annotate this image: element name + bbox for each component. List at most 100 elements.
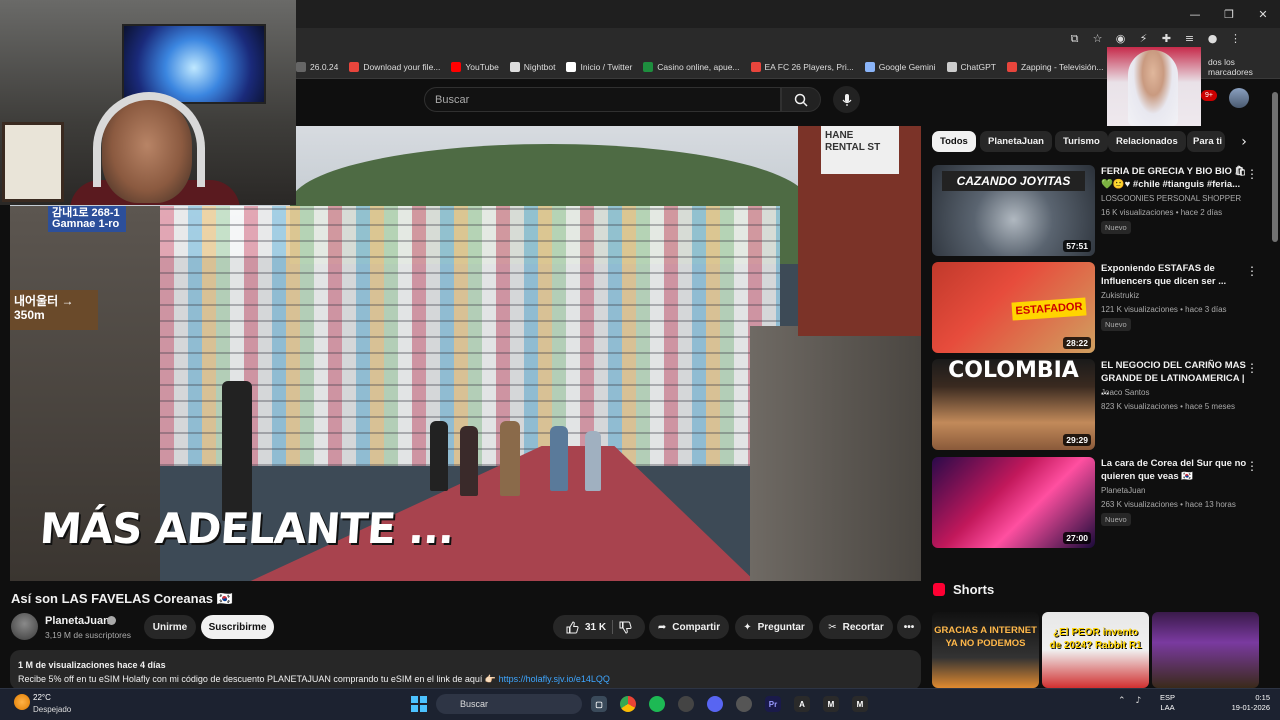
app-m2-icon[interactable]: M (852, 696, 868, 712)
bookmark-label: Casino online, apue... (657, 62, 740, 72)
translate-icon[interactable]: ⚡ (1137, 32, 1150, 45)
microphone-tray-icon[interactable]: ♪ (1136, 696, 1142, 706)
chip-todos[interactable]: Todos (932, 131, 976, 152)
recommendation-title[interactable]: FERIA DE GRECIA Y BIO BIO 🛍 💚🙂♥ #chile #… (1101, 165, 1251, 191)
share-button[interactable]: ➦ Compartir (649, 615, 729, 639)
search-input[interactable]: Buscar (424, 87, 781, 112)
profile-icon[interactable]: ● (1206, 32, 1219, 45)
short-item[interactable]: GRACIAS A INTERNET YA NO PODEMOS (932, 612, 1039, 688)
chevron-right-icon[interactable]: › (1236, 133, 1252, 151)
thumbs-up-icon[interactable] (566, 620, 579, 634)
star-icon[interactable]: ☆ (1091, 32, 1104, 45)
chip-planetajuan[interactable]: PlanetaJuan (980, 131, 1052, 152)
taskbar-search[interactable]: Buscar (436, 694, 582, 714)
shorts-heading: Shorts (953, 582, 995, 597)
video-thumbnail[interactable]: CAZANDO JOYITAS 57:51 (932, 165, 1095, 256)
app-m-icon[interactable]: M (823, 696, 839, 712)
video-person (550, 426, 568, 491)
recommendation-item[interactable]: COLOMBIA 29:29 EL NEGOCIO DEL CARIÑO MAS… (932, 359, 1262, 451)
voice-search-button[interactable] (833, 86, 860, 113)
headphones (93, 92, 205, 187)
premiere-icon[interactable]: Pr (765, 696, 781, 712)
bookmark-item[interactable]: 26.0.24 (296, 62, 338, 72)
weather-icon[interactable] (14, 694, 30, 710)
maximize-icon[interactable]: ❐ (1212, 0, 1246, 28)
recommendation-item[interactable]: ESTAFADOR 28:22 Exponiendo ESTAFAS de In… (932, 262, 1262, 354)
notification-badge[interactable]: 9+ (1201, 90, 1217, 101)
short-item[interactable]: ¿El PEOR invento de 2024? Rabbit R1 (1042, 612, 1149, 688)
puzzle-icon[interactable]: ✚ (1160, 32, 1173, 45)
description-link[interactable]: https://holafly.sjv.io/e14LQQ (499, 674, 610, 684)
kebab-menu-icon[interactable]: ⋮ (1246, 167, 1258, 181)
recommendation-item[interactable]: 27:00 La cara de Corea del Sur que no qu… (932, 457, 1262, 549)
thumbs-down-icon[interactable] (619, 621, 632, 634)
close-icon[interactable]: ✕ (1246, 0, 1280, 28)
minimize-icon[interactable]: — (1178, 0, 1212, 28)
bookmark-item[interactable]: ChatGPT (946, 62, 996, 72)
bookmark-item[interactable]: Casino online, apue... (643, 62, 740, 72)
bookmark-item[interactable]: Inicio / Twitter (566, 62, 632, 72)
bookmark-item[interactable]: EA FC 26 Players, Pri... (750, 62, 854, 72)
language-indicator[interactable]: ESP LAA (1160, 693, 1175, 713)
description-box[interactable]: 1 M de visualizaciones hace 4 días Recib… (10, 650, 921, 690)
video-thumbnail[interactable]: COLOMBIA 29:29 (932, 359, 1095, 450)
account-avatar[interactable] (1229, 88, 1249, 108)
join-button[interactable]: Unirme (144, 615, 196, 639)
recommendation-title[interactable]: Exponiendo ESTAFAS de Influencers que di… (1101, 262, 1251, 288)
kebab-menu-icon[interactable]: ⋮ (1246, 459, 1258, 473)
video-person (222, 381, 252, 521)
bookmark-icon (566, 62, 577, 72)
video-thumbnail[interactable]: ESTAFADOR 28:22 (932, 262, 1095, 353)
bookmark-item[interactable]: Zapping - Televisión... (1006, 62, 1103, 72)
bookmark-item[interactable]: Google Gemini (864, 62, 936, 72)
recommendation-channel[interactable]: PlanetaJuan (1101, 486, 1145, 495)
subscribe-button[interactable]: Suscribirme (201, 615, 274, 639)
chevron-up-icon[interactable]: ⌃ (1118, 696, 1126, 706)
search-icon (794, 93, 808, 107)
channel-avatar[interactable] (11, 613, 38, 640)
description-line: Recibe 5% off en tu eSIM Holafly con mi … (18, 674, 499, 684)
chip-para-ti[interactable]: Para ti (1187, 131, 1225, 152)
ask-button[interactable]: ✦ Preguntar (735, 615, 813, 639)
task-view-icon[interactable]: ▢ (591, 696, 607, 712)
chip-relacionados[interactable]: Relacionados (1108, 131, 1186, 152)
windows-start-icon[interactable] (411, 696, 427, 712)
recommendation-channel[interactable]: Joaco Santos (1101, 388, 1149, 397)
like-dislike-group[interactable]: 31 K (553, 615, 645, 639)
bookmark-icon (509, 62, 520, 72)
video-thumbnail[interactable]: 27:00 (932, 457, 1095, 548)
share-label: Compartir (672, 621, 721, 633)
queue-icon[interactable]: ≡ (1183, 32, 1196, 45)
more-actions-button[interactable]: ••• (897, 615, 921, 639)
recommendation-channel[interactable]: Zukistrukiz (1101, 291, 1139, 300)
kebab-menu-icon[interactable]: ⋮ (1246, 264, 1258, 278)
discord-icon[interactable] (707, 696, 723, 712)
clock[interactable]: 0:15 19-01-2026 (1224, 693, 1270, 713)
app-a-icon[interactable]: A (794, 696, 810, 712)
channel-name[interactable]: PlanetaJuan (45, 615, 110, 627)
all-bookmarks-link[interactable]: dos los marcadores (1208, 55, 1280, 79)
kebab-menu-icon[interactable]: ⋮ (1246, 361, 1258, 375)
chrome-icon[interactable] (620, 696, 636, 712)
kebab-menu-icon[interactable]: ⋮ (1229, 32, 1242, 45)
chip-turismo[interactable]: Turismo (1055, 131, 1108, 152)
steam-icon[interactable] (736, 696, 752, 712)
thumbnail-text: CAZANDO JOYITAS (942, 171, 1085, 191)
short-item[interactable] (1152, 612, 1259, 688)
cast-icon[interactable]: ⧉ (1068, 32, 1081, 45)
extension-icon[interactable]: ◉ (1114, 32, 1127, 45)
bookmark-item[interactable]: Nightbot (509, 62, 555, 72)
bookmark-item[interactable]: YouTube (451, 62, 499, 72)
recommendation-title[interactable]: La cara de Corea del Sur que no quieren … (1101, 457, 1251, 483)
bookmark-item[interactable]: Download your file... (349, 62, 440, 72)
clip-button[interactable]: ✂ Recortar (819, 615, 893, 639)
recommendation-item[interactable]: CAZANDO JOYITAS 57:51 FERIA DE GRECIA Y … (932, 165, 1262, 257)
search-button[interactable] (781, 87, 821, 112)
video-sign-rental: HANE RENTAL ST (821, 126, 899, 174)
weather-temperature[interactable]: 22°C (33, 693, 51, 702)
app-icon[interactable] (678, 696, 694, 712)
views-and-date: 1 M de visualizaciones hace 4 días (18, 660, 166, 670)
recommendation-channel[interactable]: LOSGOONIES PERSONAL SHOPPER (1101, 194, 1241, 203)
spotify-icon[interactable] (649, 696, 665, 712)
scrollbar-thumb[interactable] (1272, 92, 1278, 242)
